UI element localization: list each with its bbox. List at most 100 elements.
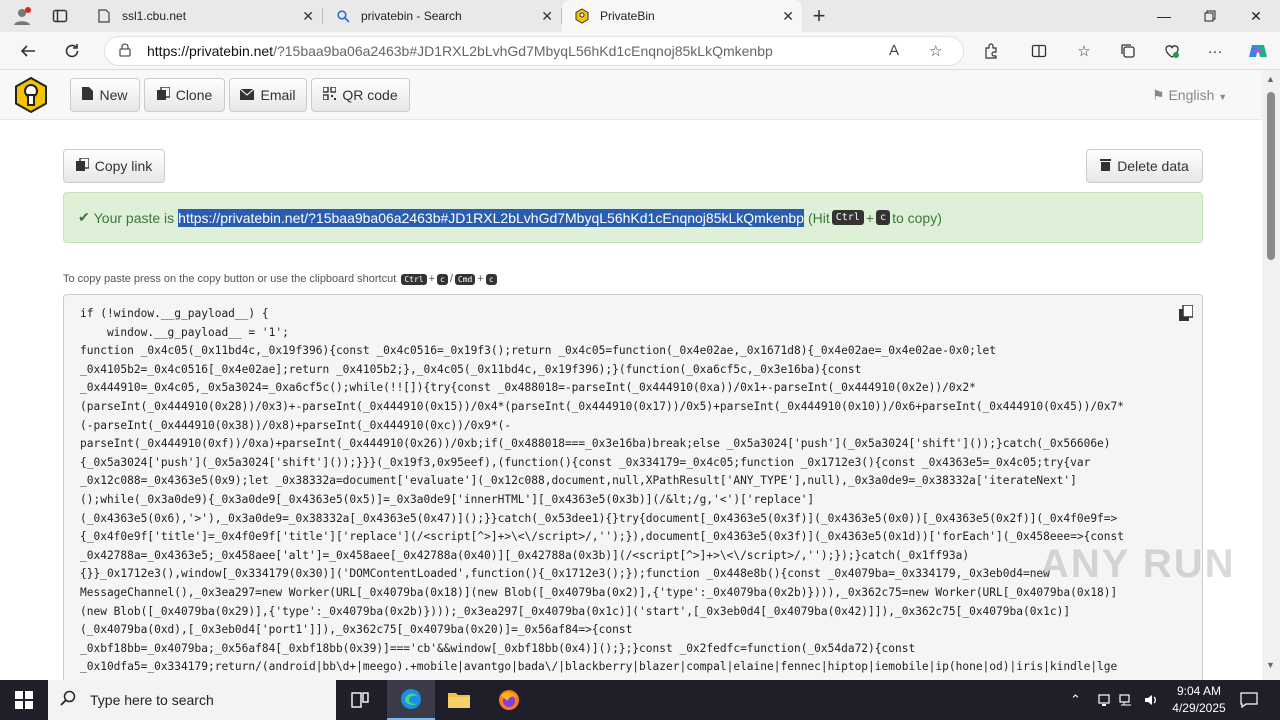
tab-title: privatebin - Search — [361, 9, 462, 23]
volume-icon[interactable] — [1143, 680, 1159, 720]
watermark: ANY RUN — [1040, 542, 1236, 586]
file-explorer-icon[interactable] — [435, 680, 483, 720]
code-line: {_0x4f0e9f['title']=_0x4f0e9f['title']['… — [80, 530, 1124, 544]
more-options-icon[interactable]: ··· — [1203, 40, 1227, 62]
search-icon — [335, 8, 351, 24]
paste-code: if (!window.__g_payload__) { window.__g_… — [80, 305, 1180, 677]
paste-success-alert: ✔ Your paste is https://privatebin.net/?… — [63, 192, 1203, 243]
firefox-icon[interactable] — [485, 680, 533, 720]
page-icon — [96, 8, 112, 24]
clipboard-copy-icon[interactable] — [1179, 304, 1194, 321]
scroll-up-icon[interactable]: ▲ — [1266, 74, 1275, 84]
clone-button-label: Clone — [175, 87, 213, 103]
clock-time: 9:04 AM — [1176, 684, 1222, 698]
privatebin-page: New Clone Email QR code ⚑ English ▼ Copy… — [0, 70, 1262, 680]
copy-icon — [75, 157, 90, 174]
code-line: _0x444910=_0x4c05,_0x5a3024=_0xa6cf5c();… — [80, 381, 976, 395]
copy-hint: To copy paste press on the copy button o… — [63, 273, 499, 285]
delete-data-label: Delete data — [1117, 158, 1189, 174]
page-scrollbar[interactable]: ▲ ▼ — [1262, 70, 1280, 680]
qrcode-icon — [322, 86, 338, 103]
url-field[interactable]: https://privatebin.net/?15baa9ba06a2463b… — [104, 36, 964, 66]
scrollbar-thumb[interactable] — [1267, 92, 1275, 260]
paste-link[interactable]: https://privatebin.net/?15baa9ba06a2463b… — [178, 208, 804, 227]
edge-taskbar-icon[interactable] — [387, 680, 435, 720]
tab-actions-icon[interactable] — [46, 3, 74, 29]
code-line: window.__g_payload__ = '1'; — [80, 325, 289, 339]
extensions-icon[interactable] — [979, 40, 1003, 62]
new-tab-icon[interactable]: + — [805, 3, 833, 29]
clone-button[interactable]: Clone — [144, 78, 225, 112]
paste-content[interactable]: if (!window.__g_payload__) { window.__g_… — [63, 294, 1203, 680]
code-line: (new Blob([_0x4079ba(0x29)],{'type':_0x4… — [80, 604, 1071, 618]
code-line: ();while(_0x3a0de9){_0x3a0de9[_0x4363e5(… — [80, 492, 815, 506]
browser-essentials-icon[interactable] — [1160, 40, 1184, 62]
split-screen-icon[interactable] — [1027, 40, 1051, 62]
close-tab-icon[interactable]: ✕ — [302, 8, 314, 25]
network-icon[interactable] — [1118, 680, 1134, 720]
new-button-label: New — [99, 87, 128, 103]
search-icon — [60, 690, 76, 711]
code-line: _0xbf18bb=_0x4079ba;_0x56af84[_0xbf18bb(… — [80, 641, 916, 655]
tab-search[interactable]: privatebin - Search ✕ — [323, 0, 562, 32]
privatebin-favicon-icon — [574, 8, 590, 24]
email-button[interactable]: Email — [229, 78, 307, 112]
back-icon[interactable] — [14, 38, 42, 64]
refresh-icon[interactable] — [58, 38, 86, 64]
scroll-down-icon[interactable]: ▼ — [1266, 660, 1275, 670]
checkmark-icon: ✔ — [78, 209, 90, 225]
kbd-c: c — [437, 273, 448, 285]
code-line: if (!window.__g_payload__) { — [80, 307, 269, 320]
taskbar-search-box[interactable]: Type here to search — [48, 680, 336, 720]
close-tab-icon[interactable]: ✕ — [782, 8, 794, 25]
close-tab-icon[interactable]: ✕ — [541, 8, 553, 25]
hint-text: To copy paste press on the copy button o… — [63, 273, 397, 285]
kbd-ctrl: Ctrl — [831, 210, 864, 225]
code-line: {}}_0x1712e3(),window[_0x334179(0x30)]('… — [80, 567, 1050, 581]
email-button-label: Email — [260, 87, 296, 103]
windows-start-icon[interactable] — [0, 680, 48, 720]
code-line: (_0x4079ba(0xd),[_0x3eb0d4['port1']]),_0… — [80, 623, 633, 637]
flag-icon: ⚑ — [1152, 87, 1165, 103]
taskbar-clock[interactable]: 9:04 AM 4/29/2025 — [1160, 683, 1238, 717]
search-placeholder: Type here to search — [90, 692, 214, 708]
new-button[interactable]: New — [70, 78, 140, 112]
copy-link-button[interactable]: Copy link — [63, 149, 165, 183]
code-line: (parseInt(_0x444910(0x28))/0x3)+-parseIn… — [80, 399, 1124, 413]
plus-sign: + — [477, 273, 484, 285]
status-suffix: to copy) — [892, 209, 942, 226]
favorite-star-icon[interactable]: ☆ — [929, 42, 942, 60]
kbd-c: c — [876, 210, 891, 225]
code-line: {_0x5a3024['push'](_0x5a3024['shift']())… — [80, 455, 1091, 469]
kbd-c: c — [485, 273, 497, 285]
network-device-icon[interactable] — [1096, 680, 1112, 720]
favorites-icon[interactable]: ☆ — [1072, 40, 1096, 62]
code-line: parseInt(_0x444910(0xf))/0xa)+parseInt(_… — [80, 437, 1111, 451]
status-hit: (Hit — [807, 209, 830, 226]
notifications-icon[interactable] — [1240, 680, 1258, 720]
task-view-icon[interactable] — [336, 680, 384, 720]
restore-icon[interactable] — [1187, 0, 1233, 32]
kbd-cmd: Cmd — [454, 273, 476, 285]
minimize-icon[interactable]: — — [1141, 0, 1187, 32]
language-dropdown[interactable]: ⚑ English ▼ — [1152, 87, 1227, 104]
read-aloud-icon[interactable]: A — [889, 42, 899, 59]
status-prefix: Your paste is — [93, 209, 175, 226]
delete-data-button[interactable]: Delete data — [1086, 149, 1203, 183]
copy-icon — [156, 86, 171, 103]
profile-icon[interactable] — [8, 3, 36, 29]
language-label: English — [1168, 87, 1215, 103]
tab-title: ssl1.cbu.net — [122, 9, 187, 23]
show-hidden-icons[interactable]: ⌃ — [1070, 680, 1081, 720]
code-line: _0x10dfa5=_0x334179;return/(android|bb\d… — [80, 660, 1118, 674]
copilot-icon[interactable] — [1246, 40, 1270, 62]
copy-link-label: Copy link — [94, 158, 153, 174]
privatebin-logo-icon[interactable] — [12, 76, 50, 114]
qr-code-button[interactable]: QR code — [311, 78, 410, 112]
collections-icon[interactable] — [1116, 40, 1140, 62]
tab-ssl1[interactable]: ssl1.cbu.net ✕ — [84, 0, 323, 32]
clock-date: 4/29/2025 — [1172, 701, 1226, 715]
code-line: _0x12c088=_0x4363e5(0x9);let _0x38332a=d… — [80, 474, 1077, 488]
close-window-icon[interactable]: ✕ — [1233, 0, 1279, 32]
tab-privatebin[interactable]: PrivateBin ✕ — [562, 0, 802, 32]
